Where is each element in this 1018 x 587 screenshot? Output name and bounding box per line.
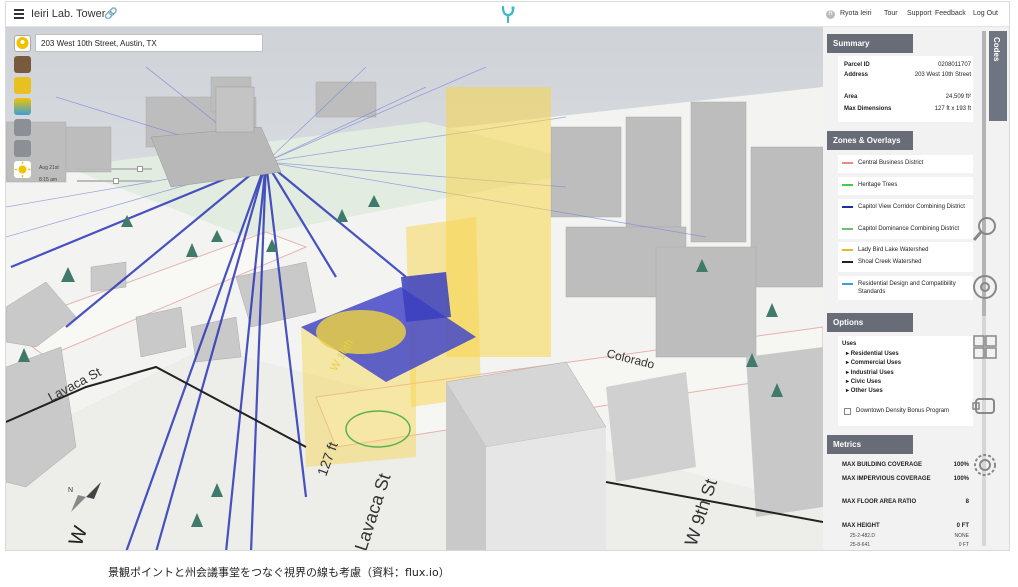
zone-swatch	[842, 228, 853, 230]
zone-label: Capitol Dominance Combining District	[858, 226, 960, 232]
time-slider-knob[interactable]	[113, 178, 119, 184]
nav-tour[interactable]: Tour	[884, 10, 898, 17]
settings-gear-icon[interactable]	[971, 451, 999, 479]
spiral-icon[interactable]	[14, 140, 31, 157]
compass-n: N	[68, 487, 73, 494]
options-card: Uses ▸ Residential Uses ▸ Commercial Use…	[838, 336, 973, 426]
use-label: Other Uses	[850, 388, 883, 394]
summary-header[interactable]: Summary	[827, 34, 913, 53]
summary-value: 203 West 10th Street	[914, 72, 971, 78]
sun-icon[interactable]	[14, 161, 31, 178]
summary-key: Area	[844, 94, 858, 100]
summary-value: 127 ft x 193 ft	[934, 106, 971, 112]
metric-key: MAX BUILDING COVERAGE	[842, 462, 923, 468]
metric-key: MAX IMPERVIOUS COVERAGE	[842, 476, 931, 482]
zone-item[interactable]: Capitol Dominance Combining District	[838, 221, 973, 239]
metric-subkey: 25-8-641	[850, 542, 871, 548]
summary-value: 24,509 ft²	[945, 94, 971, 100]
use-commercial[interactable]: ▸ Commercial Uses	[846, 359, 901, 366]
app-window: Ieiri Lab. Tower 🔗 R Ryota Ieiri Tour Su…	[5, 1, 1010, 551]
summary-key: Max Dimensions	[844, 106, 892, 112]
summary-card: Parcel ID 0208011707 Address 203 West 10th…	[838, 56, 973, 122]
zone-label: Lady Bird Lake Watershed	[858, 247, 929, 253]
metric-key: MAX HEIGHT	[842, 523, 880, 529]
metric-value: 100%	[953, 462, 969, 468]
zone-item[interactable]: Shoal Creek Watershed	[838, 254, 973, 272]
metric-value: 0 FT	[956, 523, 969, 529]
use-label: Residential Uses	[850, 351, 899, 357]
zone-item[interactable]: Capitol View Corridor Combining District	[838, 199, 973, 223]
sun-time: 8:15 am	[39, 177, 58, 183]
layers-icon[interactable]	[14, 98, 31, 115]
metric-value: 100%	[953, 476, 969, 482]
use-industrial[interactable]: ▸ Industrial Uses	[846, 369, 894, 376]
zone-label: Central Business District	[858, 160, 924, 166]
zone-item[interactable]: Heritage Trees	[838, 177, 973, 195]
device-icon[interactable]	[971, 393, 999, 421]
flux-logo[interactable]	[500, 5, 516, 23]
user-avatar[interactable]: R	[826, 10, 835, 19]
use-civic[interactable]: ▸ Civic Uses	[846, 378, 881, 385]
user-name[interactable]: Ryota Ieiri	[840, 10, 872, 17]
building-view-icon[interactable]	[14, 56, 31, 73]
metric-subvalue: 0 FT	[958, 542, 969, 548]
codes-tab-label: Codes	[992, 37, 1001, 62]
project-title[interactable]: Ieiri Lab. Tower	[31, 8, 105, 20]
use-other[interactable]: ▸ Other Uses	[846, 387, 883, 394]
zone-swatch	[842, 206, 853, 208]
windows-icon[interactable]	[971, 333, 999, 361]
sidebar-panel: Summary Parcel ID 0208011707 Address 203 W…	[823, 27, 1009, 550]
zone-swatch	[842, 249, 853, 251]
nav-support[interactable]: Support	[907, 10, 932, 17]
zone-label: Heritage Trees	[858, 182, 898, 188]
nav-logout[interactable]: Log Out	[973, 10, 998, 17]
density-bonus-checkbox[interactable]	[844, 408, 851, 415]
menu-icon[interactable]	[14, 9, 24, 19]
link-icon[interactable]: 🔗	[104, 7, 118, 20]
date-slider-knob[interactable]	[137, 166, 143, 172]
magnifier-icon[interactable]	[971, 215, 999, 243]
metrics-header[interactable]: Metrics	[827, 435, 913, 454]
nav-feedback[interactable]: Feedback	[935, 10, 966, 17]
globe-icon[interactable]	[14, 119, 31, 136]
zone-label: Capitol View Corridor Combining District	[858, 204, 965, 210]
metric-key: MAX FLOOR AREA RATIO	[842, 499, 917, 505]
zone-item[interactable]: Residential Design and Compatibility Sta…	[838, 276, 973, 300]
address-search-input[interactable]	[35, 34, 263, 52]
use-residential[interactable]: ▸ Residential Uses	[846, 350, 899, 357]
network-icon[interactable]	[971, 273, 999, 301]
summary-value: 0208011707	[938, 62, 971, 68]
sun-date: Aug 21st	[39, 165, 59, 171]
summary-key: Address	[844, 72, 869, 78]
use-label: Commercial Uses	[850, 360, 902, 366]
zones-header[interactable]: Zones & Overlays	[827, 131, 913, 150]
zone-swatch	[842, 283, 853, 285]
map-canvas[interactable]: Lavaca St Colorado W 10th 127 ft Lavaca …	[6, 27, 823, 551]
metric-subkey: 25-2-482.D	[850, 533, 876, 539]
zone-swatch	[842, 261, 853, 263]
options-header[interactable]: Options	[827, 313, 913, 332]
figure-caption: 景観ポイントと州会議事堂をつなぐ視界の線も考慮（資料：flux.io）	[108, 566, 450, 579]
use-label: Industrial Uses	[850, 370, 894, 376]
zone-item[interactable]: Central Business District	[838, 155, 973, 173]
use-label: Civic Uses	[850, 379, 882, 385]
metric-value: 8	[965, 499, 969, 505]
uses-label: Uses	[842, 341, 857, 347]
zone-swatch	[842, 162, 853, 164]
3d-map-view[interactable]: Lavaca St Colorado W 10th 127 ft Lavaca …	[6, 27, 823, 551]
zone-label: Shoal Creek Watershed	[858, 259, 922, 265]
density-bonus-label: Downtown Density Bonus Program	[856, 408, 950, 414]
zone-swatch	[842, 184, 853, 186]
location-pin-icon[interactable]	[14, 35, 31, 52]
envelope-view-icon[interactable]	[14, 77, 31, 94]
sun-time-panel: Aug 21st 8:15 am	[35, 162, 155, 190]
summary-key: Parcel ID	[844, 62, 870, 68]
metric-subvalue: NONE	[954, 533, 969, 539]
top-bar: Ieiri Lab. Tower 🔗 R Ryota Ieiri Tour Su…	[6, 2, 1009, 27]
zone-label: Residential Design and Compatibility Sta…	[858, 281, 956, 295]
